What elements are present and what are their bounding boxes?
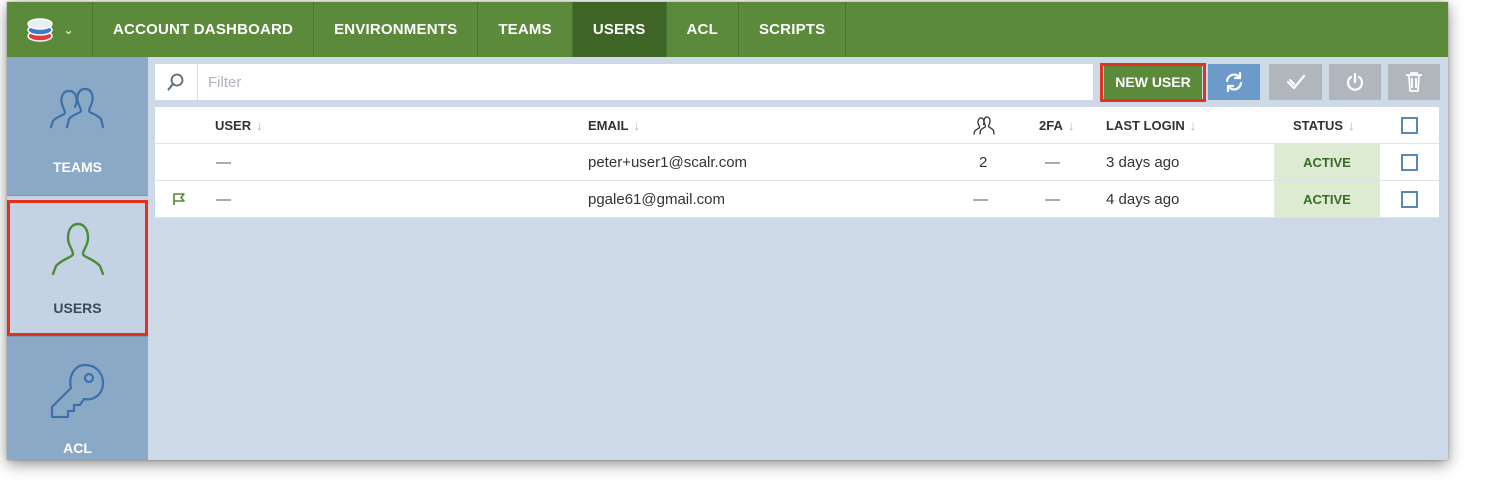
email-cell: peter+user1@scalr.com: [588, 153, 748, 171]
teams-icon: [49, 87, 105, 129]
column-label: EMAIL: [588, 117, 629, 133]
activate-icon: [1286, 74, 1305, 90]
stack-layers-icon: [27, 17, 54, 42]
tab-environments[interactable]: ENVIRONMENTS: [314, 2, 479, 57]
tab-teams[interactable]: TEAMS: [478, 2, 573, 57]
refresh-icon: [1225, 72, 1243, 92]
tab-account-dashboard[interactable]: ACCOUNT DASHBOARD: [93, 2, 315, 57]
sort-arrow-icon: ↓: [633, 117, 640, 133]
chevron-down-icon: ⌄: [63, 22, 74, 37]
sort-arrow-icon: ↓: [1067, 117, 1075, 133]
search-icon: [155, 64, 198, 100]
app-menu-button[interactable]: ⌄: [7, 2, 93, 57]
teams-icon: [973, 116, 995, 135]
column-label: USER: [215, 117, 252, 133]
email-cell: pgale61@gmail.com: [588, 190, 725, 208]
deactivate-button[interactable]: [1329, 64, 1381, 100]
tab-users[interactable]: USERS: [572, 2, 667, 57]
users-table: USER ↓ EMAIL ↓ 2FA ↓ LAST LOGIN ↓ STATUS…: [155, 107, 1439, 218]
last-login-cell: 3 days ago: [1106, 153, 1180, 171]
row-checkbox[interactable]: [1401, 144, 1418, 180]
user-cell: —: [216, 190, 231, 208]
sort-arrow-icon: ↓: [1348, 117, 1355, 133]
twofa-cell: —: [1045, 153, 1060, 171]
sidebar-item-teams[interactable]: TEAMS: [7, 57, 148, 195]
trash-icon: [1406, 72, 1422, 92]
tab-scripts[interactable]: SCRIPTS: [739, 2, 847, 57]
sidebar-item-label: TEAMS: [53, 159, 102, 175]
column-status[interactable]: STATUS ↓: [1293, 107, 1355, 143]
table-row[interactable]: — peter+user1@scalr.com 2 — 3 days ago A…: [155, 144, 1439, 181]
status-badge: ACTIVE: [1274, 144, 1380, 180]
sort-arrow-icon: ↓: [256, 117, 263, 133]
activate-button[interactable]: [1269, 64, 1322, 100]
filter-input[interactable]: [198, 72, 1093, 92]
column-label: 2FA: [1039, 117, 1063, 133]
checkbox[interactable]: [1401, 153, 1418, 171]
app-window: ⌄ ACCOUNT DASHBOARD ENVIRONMENTS TEAMS U…: [7, 2, 1448, 460]
select-all-checkbox[interactable]: [1401, 107, 1418, 143]
key-icon: [50, 363, 105, 419]
refresh-button[interactable]: [1208, 64, 1260, 100]
teams-count-cell: —: [973, 190, 988, 208]
column-2fa[interactable]: 2FA ↓: [1039, 107, 1074, 143]
sidebar-item-acl[interactable]: ACL: [7, 337, 148, 460]
highlight-frame: [7, 200, 148, 336]
twofa-cell: —: [1045, 190, 1060, 208]
top-nav: ⌄ ACCOUNT DASHBOARD ENVIRONMENTS TEAMS U…: [7, 2, 1448, 57]
user-cell: —: [216, 153, 231, 171]
sidebar-item-label: ACL: [63, 440, 92, 456]
table-row[interactable]: — pgale61@gmail.com — — 4 days ago ACTIV…: [155, 181, 1439, 218]
row-checkbox[interactable]: [1401, 181, 1418, 217]
column-last-login[interactable]: LAST LOGIN ↓: [1106, 107, 1196, 143]
status-badge: ACTIVE: [1274, 181, 1380, 217]
filter-field[interactable]: [155, 64, 1093, 100]
column-teams[interactable]: [973, 107, 995, 143]
checkbox[interactable]: [1401, 116, 1418, 134]
table-header: USER ↓ EMAIL ↓ 2FA ↓ LAST LOGIN ↓ STATUS…: [155, 107, 1439, 144]
highlight-frame: [1100, 63, 1206, 102]
sort-arrow-icon: ↓: [1189, 117, 1197, 133]
flag-icon: [172, 181, 186, 217]
teams-count-cell: 2: [979, 153, 988, 171]
tab-acl[interactable]: ACL: [667, 2, 739, 57]
column-user[interactable]: USER ↓: [215, 107, 263, 143]
power-icon: [1346, 72, 1364, 91]
checkbox[interactable]: [1401, 190, 1418, 208]
delete-button[interactable]: [1388, 64, 1440, 100]
column-label: LAST LOGIN: [1106, 117, 1185, 133]
column-label: STATUS: [1293, 117, 1344, 133]
last-login-cell: 4 days ago: [1106, 190, 1180, 208]
column-email[interactable]: EMAIL ↓: [588, 107, 640, 143]
